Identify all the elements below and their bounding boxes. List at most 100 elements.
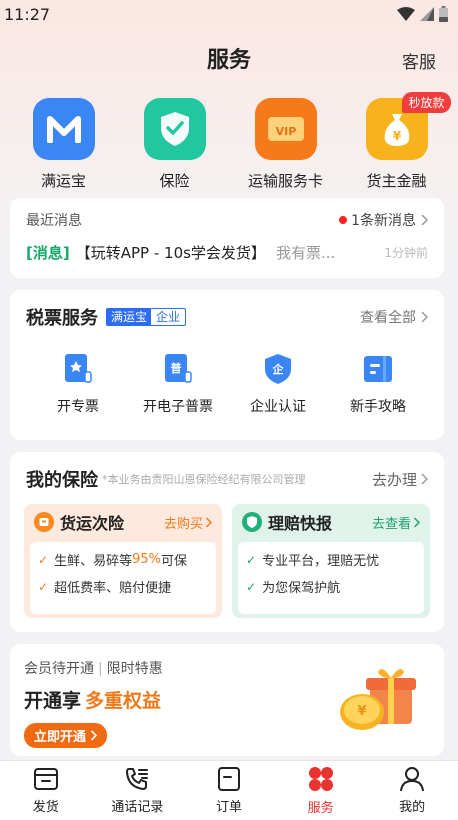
order-icon [217, 767, 240, 791]
chevron-right-icon [421, 311, 428, 323]
cargo-line1-highlight: 95% [132, 552, 161, 567]
service-manyunbao[interactable]: 满运宝 [14, 98, 114, 198]
claims-box[interactable]: 理赔快报 去查看 ✓ 专业平台，理赔无忧 ✓ 为您保驾护航 [232, 504, 430, 618]
tax-item-label: 开专票 [57, 399, 99, 415]
tax-item-e-invoice[interactable]: 普 开电子普票 [128, 352, 228, 416]
tab-label: 通话记录 [111, 800, 164, 815]
chevron-right-icon [421, 214, 428, 226]
membership-banner[interactable]: 会员待开通 | 限时特惠 开通享 多重权益 立即开通 ¥ [10, 644, 444, 756]
insurance-note: *本业务由贵阳山恩保险经纪有限公司管理 [102, 473, 306, 486]
cargo-insurance-icon [34, 512, 54, 532]
wifi-icon [397, 7, 415, 21]
go-handle-link[interactable]: 去办理 [372, 469, 428, 490]
view-link[interactable]: 去查看 [372, 513, 420, 532]
battery-icon [439, 6, 448, 22]
activate-label: 立即开通 [34, 730, 87, 745]
cargo-line2: 超低费率、赔付便捷 [54, 581, 172, 596]
tab-label: 服务 [307, 801, 334, 816]
insurance-card: 我的保险 *本业务由贵阳山恩保险经纪有限公司管理 去办理 货运次险 去购买 ✓ 生… [10, 452, 444, 632]
claims-title: 理赔快报 [268, 514, 333, 533]
cargo-line1-a: 生鲜、易碎等 [54, 554, 133, 569]
tab-orders[interactable]: 订单 [183, 761, 275, 820]
message-preview: 我有票... [275, 244, 336, 262]
message-time: 1分钟前 [384, 246, 428, 260]
svg-text:普: 普 [171, 361, 182, 375]
svg-text:¥: ¥ [357, 704, 366, 719]
claims-line1: 专业平台，理赔无忧 [262, 554, 380, 569]
vip-sub-b: 限时特惠 [106, 661, 163, 677]
view-label: 去查看 [371, 516, 411, 532]
tab-label: 订单 [215, 800, 242, 815]
tax-services-card: 税票服务 满运宝 企业 查看全部 开专票 普 开电子普票 企 企业认证 新手攻略 [10, 290, 444, 440]
check-icon: ✓ [38, 579, 49, 594]
claims-shield-icon [242, 512, 262, 532]
view-all-link[interactable]: 查看全部 [360, 307, 428, 327]
recent-messages-card[interactable]: 最近消息 1条新消息 [消息] 【玩转APP - 10s学会发货】 我有票...… [10, 198, 444, 278]
svg-text:企: 企 [272, 362, 285, 376]
service-label: 运输服务卡 [247, 172, 323, 190]
service-transport-card[interactable]: VIP 运输服务卡 [236, 98, 336, 198]
vip-sub-a: 会员待开通 [24, 661, 94, 677]
claims-line2: 为您保驾护航 [262, 581, 341, 596]
signal-icon [420, 7, 434, 21]
tab-mine[interactable]: 我的 [366, 761, 458, 820]
gift-coin-icon: ¥ [340, 669, 416, 730]
service-dots-icon [308, 767, 333, 791]
go-handle-label: 去办理 [371, 470, 417, 489]
brand-tag: 满运宝 企业 [106, 308, 187, 326]
svg-text:VIP: VIP [275, 125, 296, 138]
tab-label: 我的 [399, 800, 426, 815]
tab-ship[interactable]: 发货 [0, 761, 92, 820]
status-bar: 11:27 [0, 0, 458, 28]
insurance-title: 我的保险 [26, 470, 98, 491]
buy-label: 去购买 [163, 516, 203, 532]
chevron-right-icon [413, 516, 420, 528]
chevron-right-icon [421, 473, 428, 485]
separator: | [98, 661, 103, 677]
buy-link[interactable]: 去购买 [164, 513, 212, 532]
service-label: 货主金融 [366, 172, 427, 190]
messages-title: 最近消息 [26, 213, 82, 229]
brand-tag-name: 满运宝 [107, 309, 152, 325]
view-all-label: 查看全部 [360, 310, 416, 326]
service-label: 满运宝 [40, 172, 86, 190]
tax-item-guide[interactable]: 新手攻略 [328, 352, 428, 416]
special-invoice-icon [65, 354, 92, 383]
service-label: 保险 [159, 172, 190, 190]
vip-title-a: 开通享 [24, 690, 82, 712]
unread-dot [339, 216, 348, 224]
cargo-insurance-title: 货运次险 [60, 514, 125, 533]
tax-title: 税票服务 [26, 308, 98, 329]
phone-log-icon [126, 768, 149, 790]
new-messages-link[interactable]: 1条新消息 [339, 210, 428, 230]
chevron-right-icon [205, 516, 212, 528]
page-header: 服务 客服 [0, 28, 458, 88]
service-insurance[interactable]: 保险 [125, 98, 225, 198]
customer-service-button[interactable]: 客服 [402, 48, 436, 73]
vip-title-b: 多重权益 [85, 690, 162, 712]
bottom-tab-bar: 发货 通话记录 订单 服务 我的 [0, 760, 458, 820]
service-finance[interactable]: ¥ 货主金融 秒放款 [347, 92, 451, 198]
activate-now-button[interactable]: 立即开通 [24, 723, 108, 748]
tax-item-label: 新手攻略 [350, 399, 406, 415]
enterprise-verify-icon: 企 [265, 354, 291, 384]
check-icon: ✓ [246, 552, 257, 567]
tab-call-log[interactable]: 通话记录 [92, 761, 184, 820]
cargo-line1-b: 可保 [160, 554, 187, 569]
guide-book-icon [364, 356, 392, 382]
vip-card-icon: VIP [254, 98, 317, 160]
tax-item-enterprise-verify[interactable]: 企 企业认证 [228, 352, 328, 416]
cargo-insurance-box[interactable]: 货运次险 去购买 ✓ 生鲜、易碎等 95% 可保 ✓ 超低费率、赔付便捷 [24, 504, 222, 618]
box-icon [33, 768, 58, 790]
page-title: 服务 [206, 48, 251, 73]
chevron-right-icon [90, 730, 98, 741]
tax-item-special-invoice[interactable]: 开专票 [28, 352, 128, 416]
tab-services[interactable]: 服务 [275, 761, 367, 820]
message-text: 【玩转APP - 10s学会发货】 [75, 244, 266, 262]
brand-tag-type: 企业 [156, 310, 181, 324]
m-logo-icon [32, 98, 95, 160]
shield-check-icon [143, 98, 206, 160]
quick-loan-badge: 秒放款 [402, 92, 451, 113]
tax-item-label: 开电子普票 [143, 399, 213, 415]
e-invoice-icon: 普 [165, 354, 192, 383]
